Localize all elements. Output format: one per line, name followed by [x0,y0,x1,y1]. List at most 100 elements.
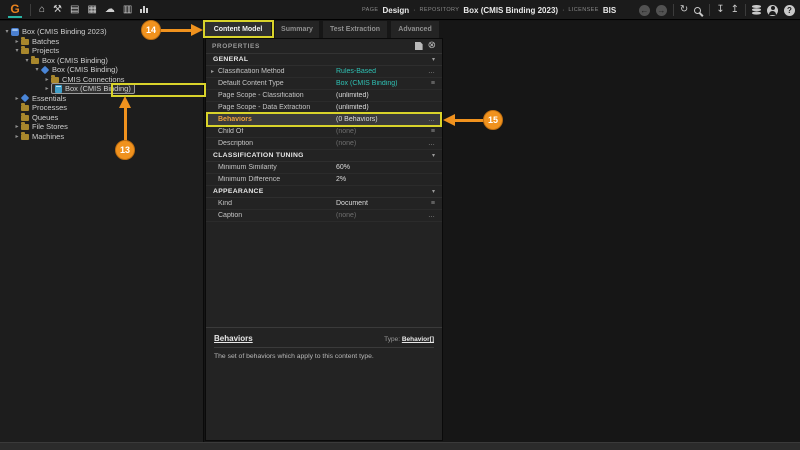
main-toolbar: ⌂ ⚒ ▤ ▦ ☁ ▥ [39,5,148,15]
tree-item[interactable]: Processes [0,103,203,113]
close-icon[interactable]: ⊗ [428,41,436,51]
open-arrow-icon[interactable]: ▾ [13,47,21,54]
repository-label: REPOSITORY [420,7,460,13]
properties-title: PROPERTIES [212,43,260,50]
tree-item[interactable]: ▾ Projects [0,46,203,56]
property-label: Description [218,140,336,147]
menu-button[interactable]: ≡ [425,200,435,207]
property-value[interactable]: Box (CMIS Binding) [336,80,425,87]
tree-item[interactable]: ▾ Box (CMIS Binding) [0,56,203,66]
annotation-arrow-14 [160,29,193,32]
save-icon[interactable] [415,42,423,50]
ellipsis-button[interactable]: … [425,140,435,147]
stats-icon[interactable] [140,6,148,13]
annotation-arrow-13 [124,106,127,142]
search-button[interactable] [694,7,701,14]
property-value[interactable]: (none) [336,212,425,219]
tree-item-label: Projects [32,46,59,55]
open-arrow-icon[interactable]: ▾ [3,28,11,35]
property-value[interactable]: (unlimited) [336,92,435,99]
forward-button[interactable]: → [656,5,667,16]
closed-arrow-icon[interactable]: ▸ [43,85,51,92]
section-header[interactable]: APPEARANCE▾ [206,186,442,198]
page-label: PAGE [362,7,378,13]
back-button[interactable]: ← [639,5,650,16]
menu-button[interactable]: ≡ [425,80,435,87]
project-icon [41,66,49,74]
help-description: The set of behaviors which apply to this… [214,353,434,360]
property-value[interactable]: Document [336,200,425,207]
property-label: Minimum Similarity [218,164,336,171]
properties-panel: PROPERTIES ⊗ GENERAL▾▸Classification Met… [205,38,443,441]
menu-button[interactable]: ≡ [425,128,435,135]
ellipsis-button[interactable]: … [425,212,435,219]
property-value[interactable]: 60% [336,164,435,171]
database-button[interactable] [752,5,761,8]
annotation-badge-14: 14 [141,20,161,40]
help-type: Type: Behavior[] [384,336,434,343]
folder-icon [21,39,29,45]
tools-icon[interactable]: ⚒ [53,5,62,15]
property-value[interactable]: (unlimited) [336,104,435,111]
tree-item-label: Queues [32,113,58,122]
property-row: KindDocument≡ [206,198,442,210]
folder-icon [21,124,29,130]
property-row: Minimum Similarity60% [206,162,442,174]
property-row: ▸Classification MethodRules-Based… [206,66,442,78]
section-header[interactable]: CLASSIFICATION TUNING▾ [206,150,442,162]
page-value: Design [382,6,409,15]
property-row: Child Of(none)≡ [206,126,442,138]
section-name: CLASSIFICATION TUNING [213,152,304,159]
closed-arrow-icon[interactable]: ▸ [43,76,51,83]
user-button[interactable] [767,5,778,16]
property-label: Page Scope - Classification [218,92,336,99]
tab-advanced[interactable]: Advanced [391,21,439,38]
separator [709,4,710,16]
folder-icon [21,105,29,111]
open-arrow-icon[interactable]: ▾ [23,57,31,64]
batches-icon[interactable]: ▤ [70,5,79,15]
closed-arrow-icon[interactable]: ▸ [13,95,21,102]
cloud-icon[interactable]: ☁ [105,5,115,15]
properties-header: PROPERTIES ⊗ [206,39,442,54]
tree-item-label: Box (CMIS Binding) [42,56,108,65]
tree-item[interactable]: ▸Batches [0,37,203,47]
closed-arrow-icon[interactable]: ▸ [13,123,21,130]
chevron-down-icon: ▾ [432,188,435,195]
project-icon [21,94,29,102]
section-header[interactable]: GENERAL▾ [206,54,442,66]
tree-item[interactable]: ▸ Machines [0,132,203,142]
property-label: Page Scope - Data Extraction [218,104,336,111]
home-icon[interactable]: ⌂ [39,5,45,15]
property-help-pane: Behaviors Type: Behavior[] The set of be… [206,327,442,440]
jobs-icon[interactable]: ▦ [87,5,96,15]
upload-button[interactable]: ↥ [731,5,739,15]
content-model-icon [55,85,62,93]
tree-item-label: Machines [32,132,64,141]
property-value[interactable]: 2% [336,176,435,183]
property-value[interactable]: (none) [336,140,425,147]
breadcrumb-separator: · [562,7,564,14]
closed-arrow-icon[interactable]: ▸ [13,133,21,140]
closed-arrow-icon[interactable]: ▸ [13,38,21,45]
annotation-badge-15: 15 [483,110,503,130]
repository-value: Box (CMIS Binding 2023) [463,6,558,15]
type-link[interactable]: Behavior[] [402,336,434,343]
help-button[interactable]: ? [784,5,795,16]
annotation-arrowhead-15 [443,114,455,126]
expander-icon[interactable]: ▸ [211,68,216,75]
ellipsis-button[interactable]: … [425,68,435,75]
repository-icon [11,28,19,36]
annotation-highlight-14 [203,20,274,38]
tab-summary[interactable]: Summary [275,21,319,38]
tree-item[interactable]: ▾Box (CMIS Binding) [0,65,203,75]
tasks-icon[interactable]: ▥ [123,5,132,15]
tree-item[interactable]: Queues [0,113,203,123]
property-value[interactable]: Rules-Based [336,68,425,75]
property-value[interactable]: (none) [336,128,425,135]
tree-item[interactable]: ▸ File Stores [0,122,203,132]
download-button[interactable]: ↧ [716,5,724,15]
tree-item-label: File Stores [32,122,68,131]
tab-test-extraction[interactable]: Test Extraction [323,21,387,38]
refresh-button[interactable]: ↻ [680,5,688,15]
